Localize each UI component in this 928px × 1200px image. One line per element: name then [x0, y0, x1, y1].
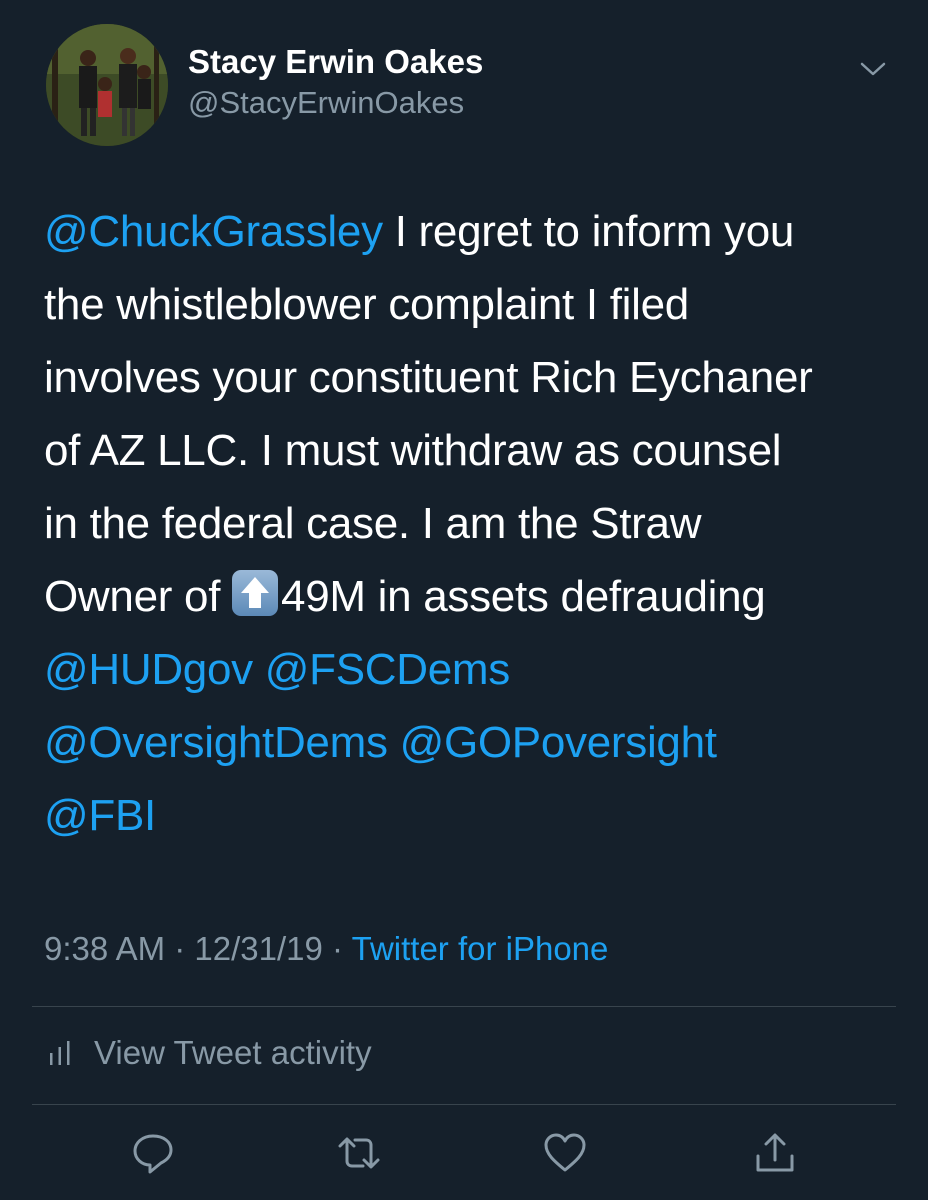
user-handle[interactable]: @StacyErwinOakes [188, 84, 483, 122]
tweet-line: involves your constituent Rich Eychaner [44, 353, 813, 402]
share-icon[interactable] [752, 1130, 798, 1176]
mention-link[interactable]: @HUDgov [44, 645, 253, 694]
tweet-date: 12/31/19 [194, 930, 323, 967]
view-tweet-activity-label: View Tweet activity [94, 1034, 372, 1071]
meta-separator: · [322, 930, 352, 967]
mention-link[interactable]: @OversightDems [44, 718, 388, 767]
tweet-text: @ChuckGrassley I regret to inform you th… [44, 195, 894, 852]
bar-chart-icon [50, 1041, 70, 1065]
retweet-icon[interactable] [336, 1130, 382, 1176]
mention-link[interactable]: @FSCDems [265, 645, 510, 694]
tweet-actions [0, 1130, 928, 1180]
divider [32, 1006, 896, 1007]
tweet-header: Stacy Erwin Oakes @StacyErwinOakes [44, 20, 894, 150]
mention-link[interactable]: @FBI [44, 791, 156, 840]
up-arrow-emoji-icon [232, 570, 279, 616]
heart-icon[interactable] [542, 1130, 588, 1176]
tweet-line: of AZ LLC. I must withdraw as counsel [44, 426, 782, 475]
mention-link[interactable]: @GOPoversight [400, 718, 717, 767]
tweet-text-segment: 49M in assets defrauding [281, 572, 766, 621]
tweet-text-segment: Owner of [44, 572, 233, 621]
tweet-line: the whistleblower complaint I filed [44, 280, 689, 329]
tweet-source-link[interactable]: Twitter for iPhone [352, 930, 609, 967]
tweet-meta: 9:38 AM · 12/31/19 · Twitter for iPhone [44, 930, 608, 968]
reply-icon[interactable] [130, 1130, 176, 1176]
tweet-text-segment: I regret to inform you [382, 207, 795, 256]
chevron-down-icon[interactable] [858, 54, 888, 84]
avatar[interactable] [46, 24, 168, 146]
display-name[interactable]: Stacy Erwin Oakes [188, 42, 483, 82]
tweet-time: 9:38 AM [44, 930, 166, 967]
view-tweet-activity-button[interactable]: View Tweet activity [48, 1034, 372, 1072]
divider [32, 1104, 896, 1105]
tweet-line: in the federal case. I am the Straw [44, 499, 702, 548]
meta-separator: · [165, 930, 195, 967]
mention-link[interactable]: @ChuckGrassley [44, 207, 383, 256]
